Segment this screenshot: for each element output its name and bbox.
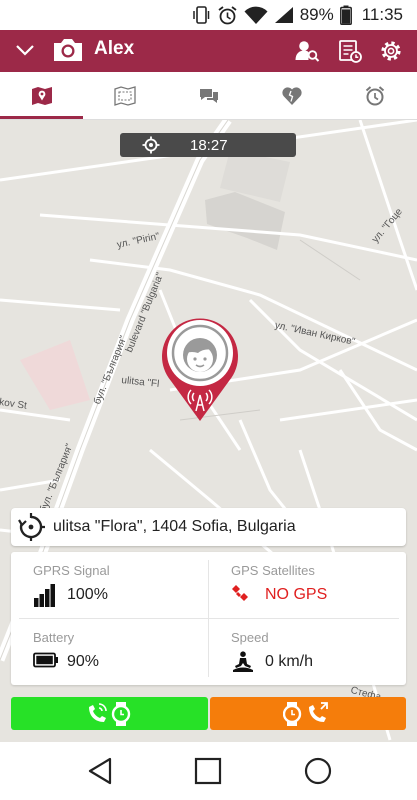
tab-geofence[interactable]: [83, 72, 166, 119]
map-pin-icon: [31, 86, 52, 105]
chevron-down-icon[interactable]: [14, 39, 36, 61]
gprs-cell: GPRS Signal 100%: [11, 552, 208, 618]
device-name: Alex: [94, 38, 135, 59]
alarm-icon: [218, 5, 237, 24]
gps-cell: GPS Satellites NO GPS: [209, 552, 406, 618]
call-watch-button[interactable]: [11, 697, 208, 730]
tab-health[interactable]: [250, 72, 333, 119]
history-list-icon[interactable]: [337, 38, 363, 64]
gps-label: GPS Satellites: [231, 563, 315, 578]
back-icon[interactable]: [87, 757, 113, 785]
status-icons: 89% 11:35: [191, 4, 403, 26]
vibrate-icon: [192, 6, 209, 24]
gprs-label: GPRS Signal: [33, 563, 110, 578]
battery-icon: [33, 652, 58, 668]
user-search-icon[interactable]: [294, 38, 320, 64]
signal-bars-icon: [34, 584, 55, 607]
system-nav-bar: [0, 742, 417, 800]
refresh-location-icon[interactable]: [17, 513, 45, 541]
battery-cell: Battery 90%: [11, 619, 208, 685]
meditation-icon: [233, 651, 253, 672]
battery-label: Battery: [33, 630, 75, 645]
tab-map[interactable]: [0, 72, 84, 119]
last-update-time: 18:27: [190, 136, 228, 154]
gprs-value: 100%: [67, 586, 108, 603]
clock: 11:35: [361, 5, 403, 24]
tab-chat[interactable]: [167, 72, 250, 119]
alarm-clock-icon: [366, 85, 385, 105]
panel-divider: [19, 618, 399, 619]
speed-label: Speed: [231, 630, 269, 645]
child-location-pin[interactable]: [157, 315, 243, 423]
satellite-icon: [232, 585, 248, 601]
heart-icon: [282, 86, 302, 105]
gear-icon[interactable]: [378, 38, 404, 64]
battery-percent: 89%: [299, 5, 334, 24]
address-text: ulitsa "Flora", 1404 Sofia, Bulgaria: [53, 518, 296, 535]
gps-value: NO GPS: [265, 586, 328, 603]
fence-map-icon: [114, 85, 136, 106]
tab-alarm[interactable]: [334, 72, 417, 119]
callback-watch-icon: [283, 701, 328, 726]
recents-circle-icon[interactable]: [304, 757, 332, 785]
chat-bubbles-icon: [199, 88, 218, 103]
battery-icon: [339, 5, 352, 25]
home-square-icon[interactable]: [194, 757, 222, 785]
address-bar[interactable]: ulitsa "Flora", 1404 Sofia, Bulgaria: [11, 508, 406, 546]
cell-signal-icon: [274, 7, 293, 23]
device-status-panel: GPRS Signal 100% GPS Satellites NO GPS B…: [11, 552, 406, 685]
speed-value: 0 km/h: [265, 653, 314, 670]
callback-watch-button[interactable]: [210, 697, 406, 730]
tab-bar: [0, 72, 417, 120]
wifi-icon: [244, 6, 268, 24]
call-watch-icon: [88, 701, 130, 726]
app-bar: Alex: [0, 30, 417, 72]
status-bar: 89% 11:35: [0, 0, 417, 30]
speed-cell: Speed 0 km/h: [209, 619, 406, 685]
camera-icon[interactable]: [52, 36, 84, 64]
crosshair-icon: [142, 136, 160, 154]
last-update-chip: 18:27: [120, 133, 296, 157]
battery-value: 90%: [67, 653, 100, 670]
